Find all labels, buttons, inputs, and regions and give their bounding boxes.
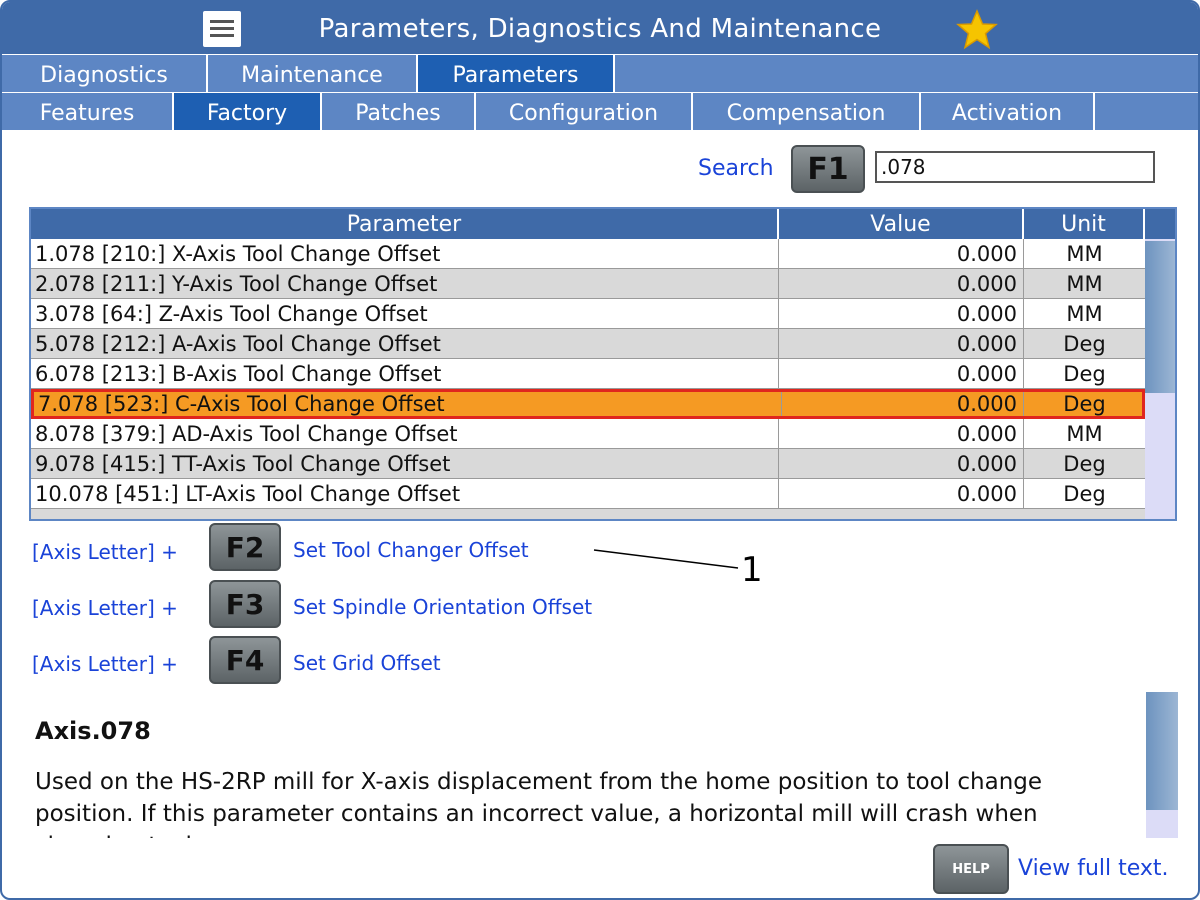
value-cell: 0.000 — [779, 479, 1024, 509]
f1-key-button[interactable]: F1 — [791, 145, 865, 193]
description-title: Axis.078 — [35, 717, 151, 745]
tab-compensation[interactable]: Compensation — [693, 93, 921, 130]
callout-number: 1 — [741, 550, 763, 590]
f4-key-button[interactable]: F4 — [209, 636, 281, 684]
set-spindle-orientation-offset-label: Set Spindle Orientation Offset — [293, 595, 593, 619]
f3-key-button[interactable]: F3 — [209, 580, 281, 628]
set-grid-offset-label: Set Grid Offset — [293, 651, 441, 675]
parameter-cell: 8.078 [379:] AD-Axis Tool Change Offset — [31, 419, 779, 449]
parameter-cell: 6.078 [213:] B-Axis Tool Change Offset — [31, 359, 779, 389]
parameter-cell: 2.078 [211:] Y-Axis Tool Change Offset — [31, 269, 779, 299]
table-scrollbar-thumb[interactable] — [1145, 241, 1175, 393]
column-header-parameter[interactable]: Parameter — [31, 209, 779, 239]
parameter-cell: 10.078 [451:] LT-Axis Tool Change Offset — [31, 479, 779, 509]
title-bar: Parameters, Diagnostics And Maintenance — [2, 2, 1198, 54]
unit-cell: MM — [1066, 272, 1103, 296]
callout-leader-line — [593, 549, 739, 569]
parameter-cell: 7.078 [523:] C-Axis Tool Change Offset — [34, 392, 782, 416]
view-full-text-link[interactable]: View full text. — [1018, 856, 1169, 881]
table-row[interactable]: 1.078 [210:] X-Axis Tool Change Offset 0… — [31, 239, 1145, 269]
value-cell: 0.000 — [779, 269, 1024, 299]
value-cell: 0.000 — [779, 239, 1024, 269]
tab-configuration[interactable]: Configuration — [476, 93, 693, 130]
tab-factory[interactable]: Factory — [174, 93, 322, 130]
star-icon[interactable] — [955, 8, 999, 52]
unit-cell: MM — [1066, 242, 1103, 266]
table-row[interactable]: 9.078 [415:] TT-Axis Tool Change Offset … — [31, 449, 1145, 479]
table-row-partial[interactable] — [31, 509, 1145, 519]
table-header: Parameter Value Unit — [31, 209, 1175, 239]
unit-cell: MM — [1066, 422, 1103, 446]
table-row[interactable]: 5.078 [212:] A-Axis Tool Change Offset 0… — [31, 329, 1145, 359]
parameter-cell: 3.078 [64:] Z-Axis Tool Change Offset — [31, 299, 779, 329]
sub-tab-bar: Features Factory Patches Configuration C… — [2, 92, 1198, 130]
unit-cell: Deg — [1063, 392, 1106, 416]
search-input[interactable] — [875, 151, 1155, 183]
tab-parameters[interactable]: Parameters — [418, 55, 615, 92]
search-label: Search — [698, 156, 774, 181]
tab-features[interactable]: Features — [2, 93, 174, 130]
tab-diagnostics[interactable]: Diagnostics — [2, 55, 208, 92]
table-row[interactable]: 8.078 [379:] AD-Axis Tool Change Offset … — [31, 419, 1145, 449]
main-tab-bar: Diagnostics Maintenance Parameters — [2, 54, 1198, 92]
value-cell: 0.000 — [779, 392, 1024, 416]
table-row[interactable]: 10.078 [451:] LT-Axis Tool Change Offset… — [31, 479, 1145, 509]
unit-cell: Deg — [1063, 452, 1106, 476]
value-cell: 0.000 — [779, 299, 1024, 329]
parameter-table: Parameter Value Unit 1.078 [210:] X-Axis… — [29, 207, 1177, 521]
table-row-selected[interactable]: 7.078 [523:] C-Axis Tool Change Offset 0… — [31, 389, 1145, 419]
parameter-cell: 1.078 [210:] X-Axis Tool Change Offset — [31, 239, 779, 269]
description-scrollbar-thumb[interactable] — [1146, 692, 1178, 810]
parameter-cell: 5.078 [212:] A-Axis Tool Change Offset — [31, 329, 779, 359]
unit-cell: Deg — [1063, 362, 1106, 386]
table-row[interactable]: 2.078 [211:] Y-Axis Tool Change Offset 0… — [31, 269, 1145, 299]
tab-patches[interactable]: Patches — [322, 93, 476, 130]
unit-cell: Deg — [1063, 332, 1106, 356]
axis-letter-label: [Axis Letter] + — [32, 540, 178, 564]
f2-key-button[interactable]: F2 — [209, 523, 281, 571]
set-tool-changer-offset-label: Set Tool Changer Offset — [293, 538, 529, 562]
page-title: Parameters, Diagnostics And Maintenance — [318, 14, 882, 44]
tab-activation[interactable]: Activation — [921, 93, 1095, 130]
column-header-value[interactable]: Value — [779, 209, 1024, 239]
parameter-cell: 9.078 [415:] TT-Axis Tool Change Offset — [31, 449, 779, 479]
axis-letter-label: [Axis Letter] + — [32, 596, 178, 620]
axis-letter-label: [Axis Letter] + — [32, 652, 178, 676]
value-cell: 0.000 — [779, 359, 1024, 389]
value-cell: 0.000 — [779, 329, 1024, 359]
column-header-unit[interactable]: Unit — [1024, 209, 1145, 239]
tab-maintenance[interactable]: Maintenance — [208, 55, 418, 92]
unit-cell: Deg — [1063, 482, 1106, 506]
table-row[interactable]: 6.078 [213:] B-Axis Tool Change Offset 0… — [31, 359, 1145, 389]
app-window: Parameters, Diagnostics And Maintenance … — [0, 0, 1200, 900]
unit-cell: MM — [1066, 302, 1103, 326]
help-key-button[interactable]: HELP — [933, 844, 1009, 894]
description-text: Used on the HS-2RP mill for X-axis displ… — [35, 769, 1043, 838]
table-row[interactable]: 3.078 [64:] Z-Axis Tool Change Offset 0.… — [31, 299, 1145, 329]
value-cell: 0.000 — [779, 449, 1024, 479]
value-cell: 0.000 — [779, 419, 1024, 449]
